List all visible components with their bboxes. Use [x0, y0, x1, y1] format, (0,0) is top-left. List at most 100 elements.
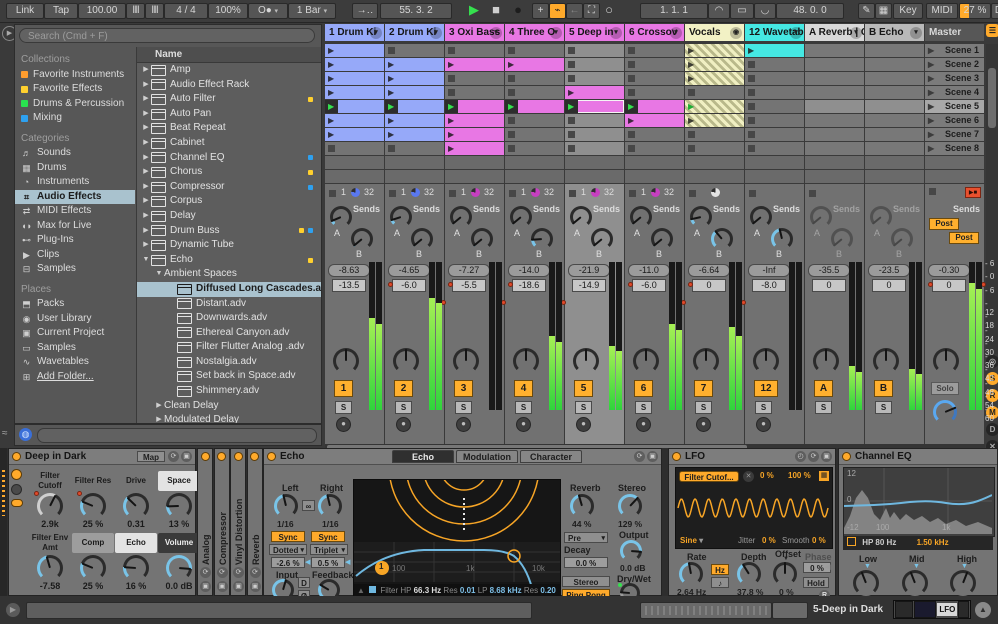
- scene-play-icon[interactable]: ▶: [928, 60, 934, 69]
- stereo-link-button[interactable]: ∞: [302, 500, 315, 511]
- eq-low-knob[interactable]: [853, 570, 879, 596]
- return-clip-slot[interactable]: [865, 44, 924, 57]
- session-clip[interactable]: ▶: [505, 100, 564, 113]
- chevron-down-icon[interactable]: ▾: [430, 27, 442, 39]
- echo-reverb-knob[interactable]: [570, 494, 594, 518]
- peak-level-badge[interactable]: -4.65: [388, 264, 430, 277]
- peak-level-badge[interactable]: -23.5: [868, 264, 910, 277]
- save-preset-icon[interactable]: ▣: [821, 451, 832, 462]
- hotswap-icon[interactable]: ⟳: [250, 567, 261, 578]
- nudge-up-icon[interactable]: ‖‖: [145, 3, 164, 19]
- master-stop-icon[interactable]: [929, 188, 936, 195]
- empty-clip-slot[interactable]: [745, 58, 804, 71]
- empty-clip-slot[interactable]: [625, 58, 684, 71]
- send-a-knob[interactable]: [390, 206, 412, 228]
- collapsed-device-compressor[interactable]: Compressor ⟳ ▣: [214, 448, 230, 596]
- volume-field[interactable]: 0: [692, 279, 726, 292]
- clip-play-icon[interactable]: ▶: [568, 88, 574, 97]
- macro-variations-button[interactable]: [11, 469, 22, 480]
- pan-knob[interactable]: [933, 348, 959, 374]
- chevron-down-icon[interactable]: ▾: [610, 27, 622, 39]
- punch-in-button[interactable]: ◠: [708, 3, 730, 19]
- hotswap-icon[interactable]: ⟳: [200, 567, 211, 578]
- session-clip[interactable]: ▶: [385, 72, 444, 85]
- solo-button[interactable]: S: [335, 401, 352, 414]
- send-b-post-toggle[interactable]: Post: [949, 232, 979, 244]
- arm-button[interactable]: ●: [396, 417, 411, 432]
- jitter-value[interactable]: 0 %: [762, 536, 776, 545]
- macro-value[interactable]: 25 %: [72, 519, 114, 529]
- track-header[interactable]: 12 Wavetabl▾: [745, 24, 804, 41]
- quantize-menu[interactable]: 1 Bar ▾: [288, 3, 336, 19]
- sync-right-button[interactable]: Sync: [311, 531, 345, 542]
- peak-level-badge[interactable]: -Inf: [748, 264, 790, 277]
- empty-clip-slot[interactable]: [445, 72, 504, 85]
- clip-stop-icon[interactable]: [628, 131, 635, 138]
- empty-clip-slot[interactable]: [745, 72, 804, 85]
- track-stop-button[interactable]: [329, 190, 336, 197]
- pan-knob[interactable]: [333, 348, 359, 374]
- peak-level-badge[interactable]: -14.0: [508, 264, 550, 277]
- clip-stop-icon[interactable]: [628, 89, 635, 96]
- macro-value[interactable]: 16 %: [115, 581, 157, 591]
- track-header[interactable]: 2 Drum Ki▾: [385, 24, 444, 41]
- solo-button[interactable]: S: [575, 401, 592, 414]
- session-clip[interactable]: ▶: [685, 100, 744, 113]
- return-clip-slot[interactable]: [805, 128, 864, 141]
- empty-clip-slot[interactable]: [745, 86, 804, 99]
- pan-knob[interactable]: [453, 348, 479, 374]
- empty-clip-slot[interactable]: [385, 44, 444, 57]
- echo-right-time-knob[interactable]: [318, 494, 342, 518]
- empty-clip-slot[interactable]: [625, 44, 684, 57]
- lfo-sync-button[interactable]: ♪: [711, 577, 729, 588]
- clip-play-icon[interactable]: ▶: [688, 46, 694, 55]
- session-clip[interactable]: ▶: [385, 128, 444, 141]
- peak-level-badge[interactable]: -11.0: [628, 264, 670, 277]
- arm-button[interactable]: ●: [336, 417, 351, 432]
- macro-value[interactable]: 13 %: [158, 519, 200, 529]
- pan-knob[interactable]: [513, 348, 539, 374]
- mid-freq-value[interactable]: 1.50 kHz: [917, 538, 949, 547]
- session-record-button[interactable]: ⛶: [583, 3, 600, 19]
- arrangement-position-field[interactable]: 55. 3. 2: [380, 3, 452, 19]
- clip-stop-icon[interactable]: [568, 145, 575, 152]
- track-activator-button[interactable]: 7: [694, 380, 713, 397]
- track-activator-button[interactable]: B: [874, 380, 893, 397]
- empty-clip-slot[interactable]: [505, 114, 564, 127]
- chevron-down-icon[interactable]: ▾: [850, 27, 862, 39]
- peak-level-badge[interactable]: -35.5: [808, 264, 850, 277]
- session-clip[interactable]: ▶: [685, 114, 744, 127]
- device-on-led[interactable]: [217, 452, 226, 461]
- mode-left-dropdown[interactable]: Dotted: [269, 544, 307, 555]
- clip-play-icon[interactable]: ▶: [388, 130, 394, 139]
- duck-button[interactable]: D: [298, 577, 310, 588]
- macro-value[interactable]: 2.9k: [29, 519, 71, 529]
- pan-knob[interactable]: [573, 348, 599, 374]
- pan-knob[interactable]: [873, 348, 899, 374]
- clip-stop-icon[interactable]: [688, 89, 695, 96]
- clip-play-icon[interactable]: ▶: [448, 144, 454, 153]
- clip-play-icon[interactable]: ▶: [748, 46, 754, 55]
- save-preset-icon[interactable]: ▣: [233, 581, 244, 592]
- empty-clip-slot[interactable]: [565, 44, 624, 57]
- empty-clip-slot[interactable]: [625, 128, 684, 141]
- peak-level-badge[interactable]: -21.9: [568, 264, 610, 277]
- clip-stop-icon[interactable]: [328, 145, 335, 152]
- clip-play-icon[interactable]: ▶: [688, 102, 694, 111]
- send-a-knob[interactable]: [450, 206, 472, 228]
- tempo-field[interactable]: 100.00: [78, 3, 126, 19]
- clip-stop-icon[interactable]: [568, 131, 575, 138]
- session-overview-toggle[interactable]: ☰: [986, 24, 998, 37]
- session-clip[interactable]: ▶: [625, 114, 684, 127]
- send-a-knob[interactable]: [810, 206, 832, 228]
- chevron-down-icon[interactable]: ▾: [790, 27, 802, 39]
- macro-knob[interactable]: [37, 493, 63, 519]
- reverb-decay-field[interactable]: 0.0 %: [564, 557, 608, 568]
- macro-knob[interactable]: [166, 493, 192, 519]
- session-clip[interactable]: ▶: [325, 100, 384, 113]
- solo-button[interactable]: S: [515, 401, 532, 414]
- punch-out-button[interactable]: ◡: [754, 3, 776, 19]
- track-activator-button[interactable]: A: [814, 380, 833, 397]
- clip-stop-icon[interactable]: [388, 47, 395, 54]
- scene-slot[interactable]: ▶Scene 2: [925, 58, 984, 71]
